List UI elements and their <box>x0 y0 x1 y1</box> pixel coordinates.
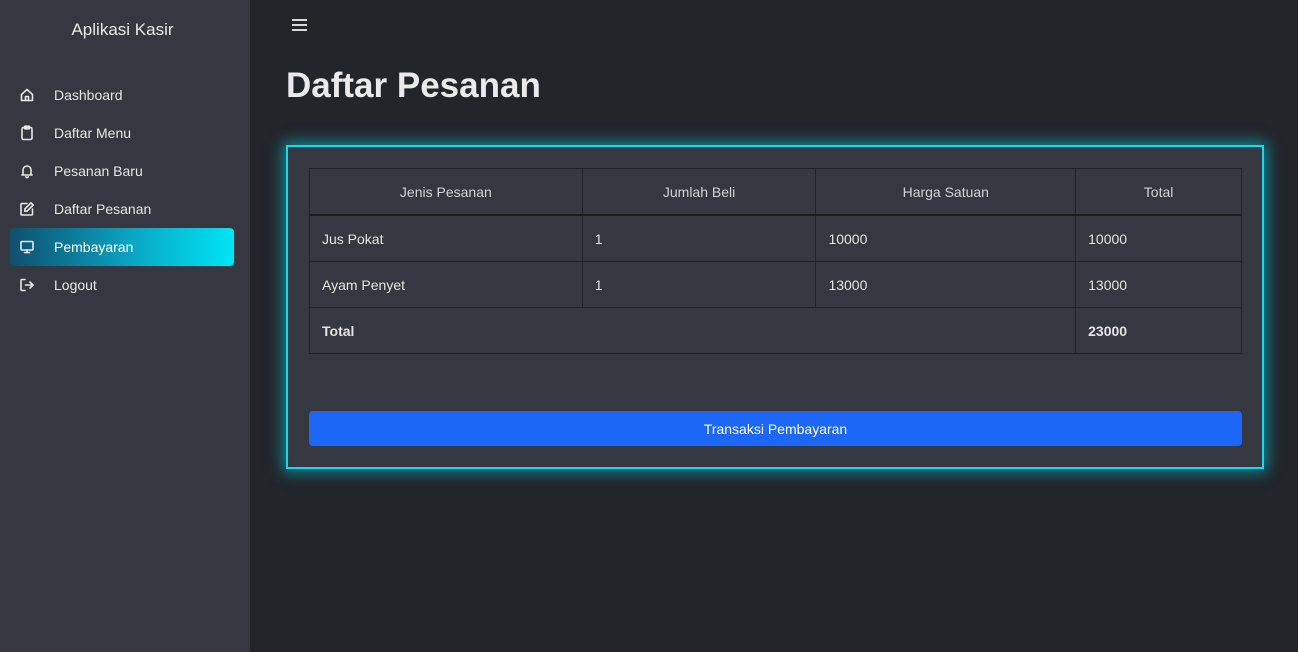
transaksi-pembayaran-button[interactable]: Transaksi Pembayaran <box>309 411 1242 446</box>
sidebar-item-daftar-menu[interactable]: Daftar Menu <box>10 114 234 152</box>
home-icon <box>18 86 36 104</box>
main-content: Daftar Pesanan Jenis Pesanan Jumlah Beli… <box>250 0 1298 652</box>
total-value: 23000 <box>1075 307 1242 354</box>
total-label: Total <box>308 307 1077 354</box>
bell-icon <box>18 162 36 180</box>
app-brand: Aplikasi Kasir <box>71 20 174 39</box>
sidebar-item-label: Pembayaran <box>54 239 134 255</box>
monitor-icon <box>18 238 36 256</box>
sidebar: Aplikasi Kasir Dashboard Daftar Menu Pes… <box>0 0 250 652</box>
cell-total: 13000 <box>1075 261 1242 308</box>
page-title: Daftar Pesanan <box>286 66 541 105</box>
app-window: Aplikasi Kasir Dashboard Daftar Menu Pes… <box>0 0 1298 652</box>
cell-jenis-pesanan: Jus Pokat <box>309 214 583 262</box>
cell-jumlah-beli: 1 <box>581 214 817 262</box>
sidebar-item-dashboard[interactable]: Dashboard <box>10 76 234 114</box>
cell-harga-satuan: 10000 <box>815 214 1077 262</box>
sidebar-item-label: Daftar Pesanan <box>54 201 152 217</box>
orders-table: Jenis Pesanan Jumlah Beli Harga Satuan T… <box>308 168 1242 354</box>
menu-toggle-icon[interactable] <box>292 17 308 31</box>
sidebar-item-logout[interactable]: Logout <box>10 266 234 304</box>
sidebar-item-pembayaran[interactable]: Pembayaran <box>10 228 234 266</box>
column-header-harga-satuan: Harga Satuan <box>815 168 1077 216</box>
cell-harga-satuan: 13000 <box>815 261 1077 308</box>
sidebar-item-daftar-pesanan[interactable]: Daftar Pesanan <box>10 190 234 228</box>
logout-icon <box>18 276 36 294</box>
orders-card: Jenis Pesanan Jumlah Beli Harga Satuan T… <box>286 145 1264 469</box>
sidebar-item-label: Logout <box>54 277 97 293</box>
edit-icon <box>18 200 36 218</box>
sidebar-nav: Dashboard Daftar Menu Pesanan Baru Dafta… <box>10 76 234 304</box>
cell-total: 10000 <box>1075 214 1242 262</box>
cell-jumlah-beli: 1 <box>581 261 817 308</box>
column-header-jumlah-beli: Jumlah Beli <box>581 168 817 216</box>
sidebar-item-label: Pesanan Baru <box>54 163 143 179</box>
table-row: Ayam Penyet 1 13000 13000 <box>309 261 1242 308</box>
sidebar-item-label: Dashboard <box>54 87 123 103</box>
table-header-row: Jenis Pesanan Jumlah Beli Harga Satuan T… <box>309 168 1242 216</box>
sidebar-item-pesanan-baru[interactable]: Pesanan Baru <box>10 152 234 190</box>
table-row: Jus Pokat 1 10000 10000 <box>309 214 1242 262</box>
table-total-row: Total 23000 <box>308 307 1242 354</box>
sidebar-item-label: Daftar Menu <box>54 125 132 141</box>
column-header-jenis-pesanan: Jenis Pesanan <box>309 168 583 216</box>
cell-jenis-pesanan: Ayam Penyet <box>309 261 583 308</box>
clipboard-icon <box>18 124 36 142</box>
column-header-total: Total <box>1075 168 1242 216</box>
